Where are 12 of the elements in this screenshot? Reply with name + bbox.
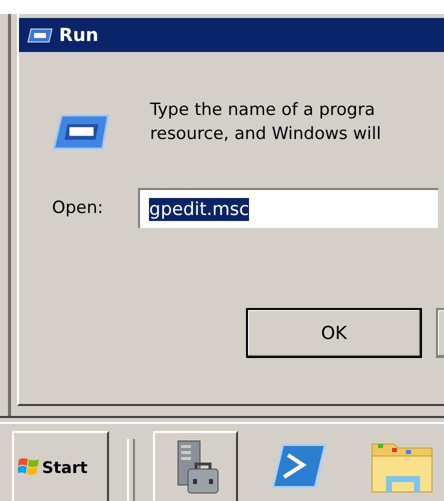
open-input-field[interactable]: gpedit.msc [138,188,438,228]
open-label: Open: [52,198,104,218]
run-icon [52,114,110,150]
taskbar-grip[interactable] [127,439,135,501]
ok-button[interactable]: OK [246,308,422,358]
start-button[interactable]: Start [12,431,109,501]
console-prompt-icon [270,443,326,489]
taskbar-button[interactable] [152,431,238,501]
instruction-text: resource, and Windows will [150,123,382,146]
instruction-text: Type the name of a progra [150,99,376,122]
run-icon [27,27,53,43]
window-title: Run [59,24,98,46]
